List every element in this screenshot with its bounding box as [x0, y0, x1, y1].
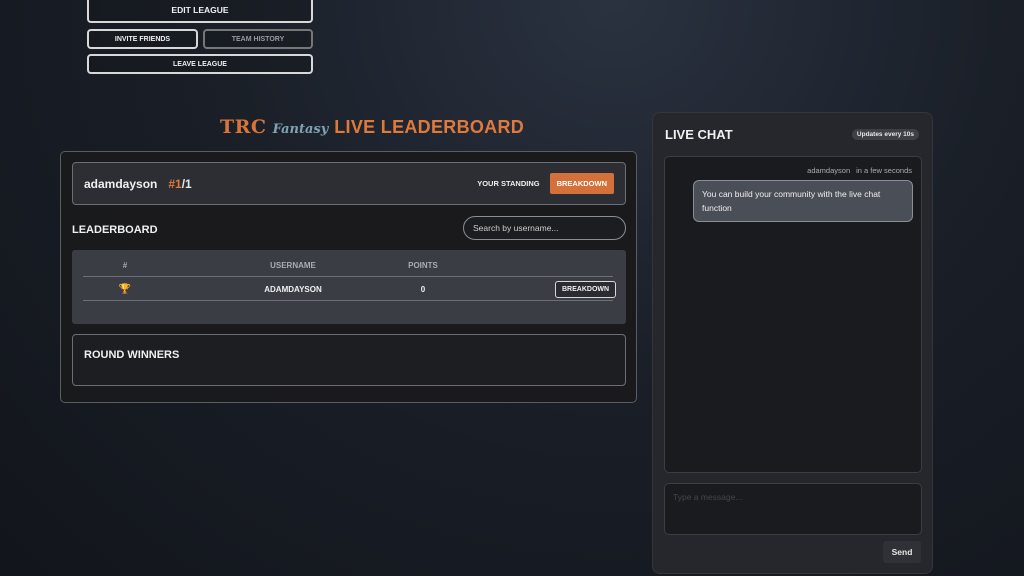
leaderboard-panel: adamdayson #1/1 YOUR STANDING BREAKDOWN … — [60, 151, 637, 403]
table-row: 🏆 ADAMDAYSON 0 BREAKDOWN — [83, 277, 617, 301]
chat-title: LIVE CHAT — [665, 127, 733, 142]
round-winners-title: ROUND WINNERS — [84, 349, 180, 361]
chat-message-input[interactable] — [664, 483, 922, 535]
message-bubble: You can build your community with the li… — [693, 180, 913, 222]
invite-friends-button[interactable]: INVITE FRIENDS — [87, 29, 198, 49]
brand-logo: TRC — [220, 116, 267, 138]
column-header-username: USERNAME — [270, 260, 316, 270]
round-winners-card: ROUND WINNERS — [72, 334, 626, 386]
update-frequency-badge: Updates every 10s — [851, 129, 919, 140]
message-meta: adamdayson in a few seconds — [807, 166, 912, 175]
chat-messages[interactable]: adamdayson in a few seconds You can build… — [664, 156, 922, 473]
leaderboard-title: LEADERBOARD — [72, 224, 158, 236]
standing-breakdown-button[interactable]: BREAKDOWN — [549, 173, 614, 194]
leave-league-button[interactable]: LEAVE LEAGUE — [87, 54, 313, 74]
edit-league-button[interactable]: EDIT LEAGUE — [87, 0, 313, 23]
leaderboard-table: # USERNAME POINTS 🏆 ADAMDAYSON 0 BREAKDO… — [72, 250, 626, 324]
search-input[interactable] — [463, 216, 626, 240]
page-title: TRC Fantasy LIVE LEADERBOARD — [220, 116, 524, 138]
column-header-rank: # — [122, 260, 128, 270]
message-time: in a few seconds — [856, 166, 912, 175]
standing-rank: #1/1 — [168, 177, 191, 191]
send-button[interactable]: Send — [883, 541, 921, 563]
trophy-icon: 🏆 — [118, 283, 132, 295]
leaderboard-heading: LIVE LEADERBOARD — [334, 117, 525, 137]
rank-total: /1 — [181, 176, 192, 191]
row-points: 0 — [420, 284, 426, 294]
message-author: adamdayson — [807, 166, 851, 175]
your-standing-card: adamdayson #1/1 YOUR STANDING BREAKDOWN — [72, 162, 626, 205]
brand-script: Fantasy — [272, 122, 329, 137]
column-header-points: POINTS — [408, 260, 438, 270]
team-history-button[interactable]: TEAM HISTORY — [203, 29, 313, 49]
row-breakdown-wrap: BREAKDOWN — [555, 277, 617, 301]
table-header: # USERNAME POINTS — [83, 253, 613, 277]
row-breakdown-button[interactable]: BREAKDOWN — [555, 280, 617, 298]
row-username: ADAMDAYSON — [264, 284, 322, 294]
standing-label: YOUR STANDING — [477, 179, 540, 188]
live-chat-panel: LIVE CHAT Updates every 10s adamdayson in… — [652, 112, 933, 574]
standing-username: adamdayson — [84, 176, 158, 191]
rank-number: #1 — [168, 176, 182, 191]
